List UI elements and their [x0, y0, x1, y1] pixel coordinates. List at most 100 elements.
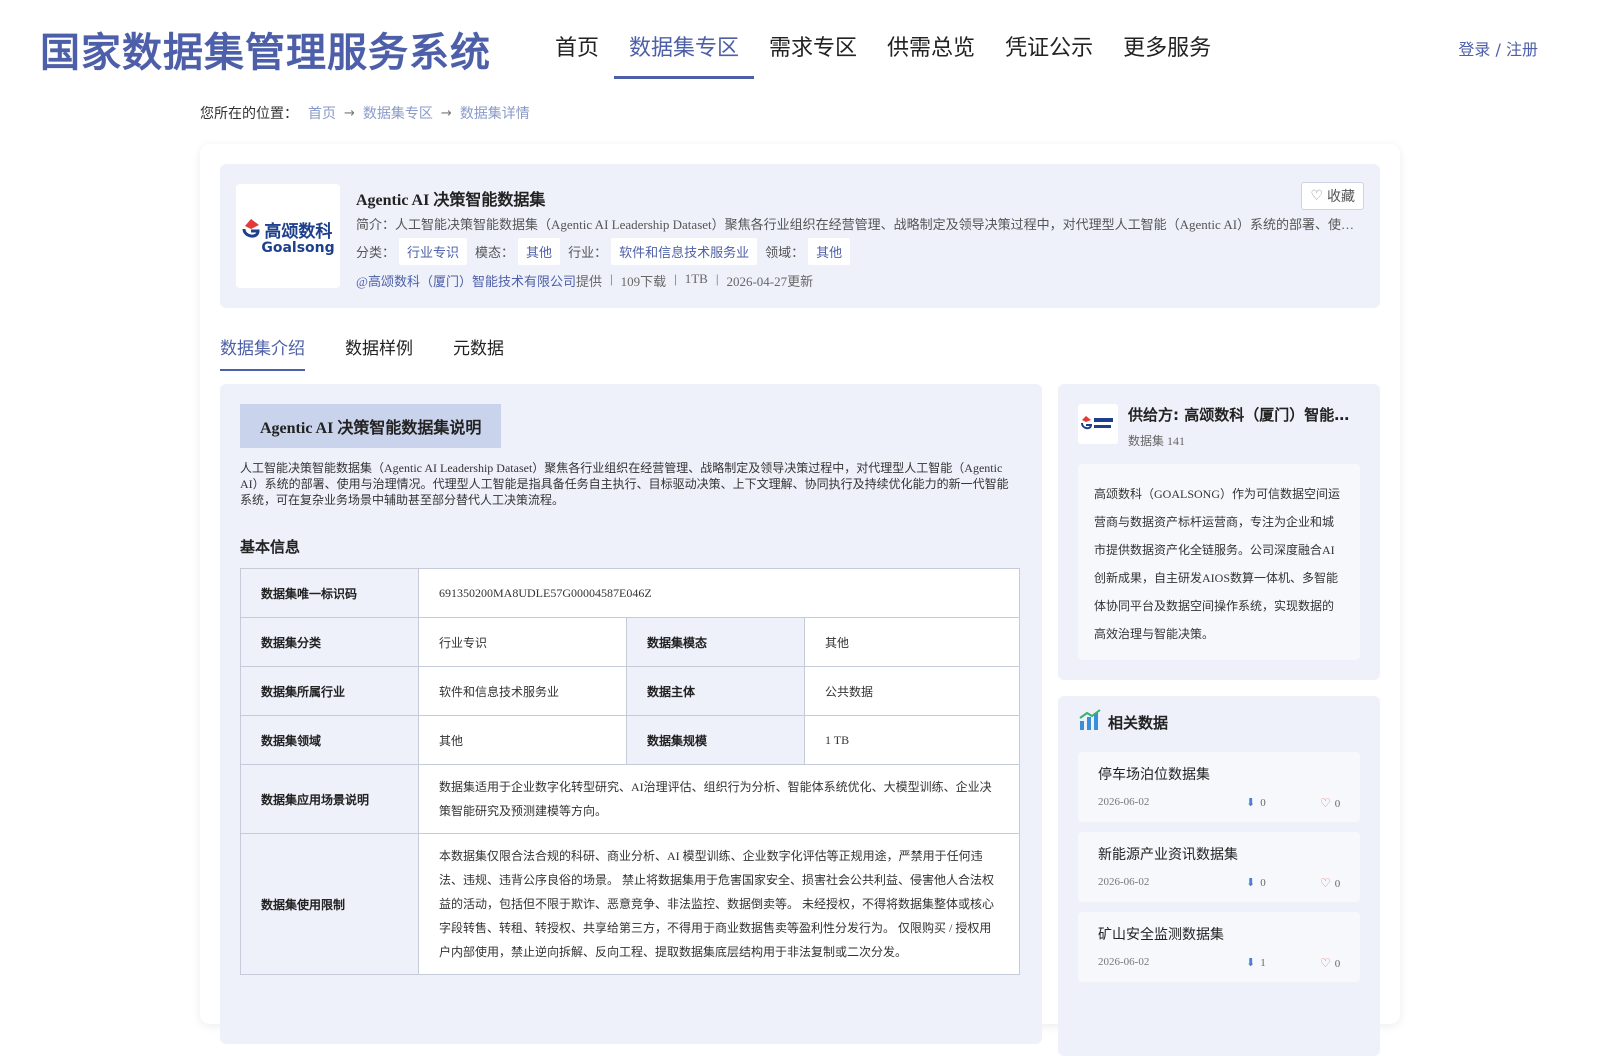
login-register-link[interactable]: 登录 / 注册 [1458, 36, 1538, 60]
nav-datasets[interactable]: 数据集专区 [614, 22, 755, 79]
update-date: 2026-04-27更新 [726, 274, 814, 289]
goalsong-logo-icon [1081, 416, 1113, 430]
meta-divider: | [610, 271, 613, 286]
scale-label: 数据集规模 [626, 715, 805, 765]
detail-tabs: 数据集介绍 数据样例 元数据 [220, 334, 544, 371]
table-row: 数据集分类 行业专识 数据集模态 其他 [240, 617, 1020, 667]
arrow-right-icon: → [440, 105, 452, 121]
logo-text-cn: 高颂数科 [264, 221, 333, 242]
intro-panel: Agentic AI 决策智能数据集说明 人工智能决策智能数据集（Agentic… [220, 384, 1042, 1044]
tab-intro[interactable]: 数据集介绍 [220, 334, 305, 371]
dataset-description: 人工智能决策智能数据集（Agentic AI Leadership Datase… [240, 461, 1009, 507]
favorite-button[interactable]: ♡ 收藏 [1301, 182, 1364, 210]
download-icon: ⬇ [1246, 797, 1256, 809]
table-row: 数据集应用场景说明 数据集适用于企业数字化转型研究、AI治理评估、组织行为分析、… [240, 764, 1020, 834]
nav-demand[interactable]: 需求专区 [754, 22, 872, 79]
related-item-likes: ♡ 0 [1320, 796, 1340, 811]
tag-industry[interactable]: 软件和信息技术服务业 [611, 238, 758, 265]
table-row: 数据集所属行业 软件和信息技术服务业 数据主体 公共数据 [240, 666, 1020, 716]
tag-domain[interactable]: 其他 [808, 238, 851, 265]
related-item-likes: ♡ 0 [1320, 876, 1340, 891]
provider-link[interactable]: @高颂数科（厦门）智能技术有限公司 [356, 271, 576, 290]
related-panel: 相关数据 停车场泊位数据集 2026-06-02 ⬇ 0 ♡ 0 新能源产业资讯数据… [1058, 696, 1380, 1056]
breadcrumb-detail: 数据集详情 [459, 106, 530, 122]
tab-metadata[interactable]: 元数据 [453, 334, 504, 371]
top-bar: 国家数据集管理服务系统 首页 数据集专区 需求专区 供需总览 凭证公示 更多服务… [0, 0, 1600, 90]
related-item-date: 2026-06-02 [1098, 956, 1150, 968]
related-item[interactable]: 矿山安全监测数据集 2026-06-02 ⬇ 1 ♡ 0 [1078, 912, 1360, 982]
supplier-panel: 供给方: 高颂数科（厦门）智能技术有限公司 数据集 141 高颂数科（GOALS… [1058, 384, 1380, 680]
breadcrumb-home[interactable]: 首页 [308, 103, 336, 123]
related-item-name[interactable]: 矿山安全监测数据集 [1098, 924, 1224, 944]
breadcrumb: 您所在的位置： 首页 → 数据集专区 → 数据集详情 [200, 103, 530, 123]
scenario-value: 数据集适用于企业数字化转型研究、AI治理评估、组织行为分析、智能体系统优化、大模… [418, 764, 1020, 834]
meta-divider: | [715, 271, 719, 286]
tag-key: 领域： [765, 245, 805, 260]
related-item-date: 2026-06-02 [1098, 796, 1150, 808]
uid-value: 691350200MA8UDLE57G00004587E046Z [418, 568, 1020, 618]
supplier-description: 高颂数科（GOALSONG）作为可信数据空间运营商与数据资产标杆运营商，专注为企… [1078, 464, 1360, 660]
basic-info-title: 基本信息 [240, 538, 301, 556]
tag-modality[interactable]: 其他 [518, 238, 561, 265]
subject-value: 公共数据 [804, 666, 1020, 716]
like-value: 0 [1334, 877, 1341, 890]
download-value: 1 [1260, 956, 1266, 969]
like-value: 0 [1334, 797, 1341, 810]
breadcrumb-lead: 您所在的位置： [200, 106, 298, 122]
restriction-value: 本数据集仅限合法合规的科研、商业分析、AI 模型训练、企业数字化评估等正规用途，… [418, 833, 1020, 975]
uid-label: 数据集唯一标识码 [240, 568, 419, 618]
related-item[interactable]: 停车场泊位数据集 2026-06-02 ⬇ 0 ♡ 0 [1078, 752, 1360, 822]
related-item-name[interactable]: 新能源产业资讯数据集 [1098, 844, 1238, 864]
dataset-header: 高颂数科 Goalsong Agentic AI 决策智能数据集 简介：人工智能… [220, 164, 1380, 308]
detail-card: 高颂数科 Goalsong Agentic AI 决策智能数据集 简介：人工智能… [200, 144, 1400, 1056]
modality-label: 数据集模态 [626, 617, 805, 667]
heart-icon: ♡ [1320, 956, 1331, 970]
modality-value: 其他 [804, 617, 1020, 667]
heart-icon: ♡ [1320, 796, 1331, 810]
industry-value: 软件和信息技术服务业 [418, 666, 627, 716]
basic-info-table: 数据集唯一标识码 691350200MA8UDLE57G00004587E046… [240, 568, 1020, 975]
dataset-tags: 分类： 行业专识 模态： 其他 行业： 软件和信息技术服务业 领域： 其他 [356, 238, 858, 265]
nav-more[interactable]: 更多服务 [1108, 22, 1226, 79]
provider-suffix: 提供 [575, 274, 602, 289]
tag-key: 模态： [475, 245, 515, 260]
heart-icon: ♡ [1310, 188, 1323, 204]
tag-key: 分类： [356, 245, 396, 260]
related-item[interactable]: 新能源产业资讯数据集 2026-06-02 ⬇ 0 ♡ 0 [1078, 832, 1360, 902]
site-title[interactable]: 国家数据集管理服务系统 [40, 20, 491, 78]
nav-overview[interactable]: 供需总览 [872, 22, 990, 79]
dataset-size: 1TB [684, 271, 708, 286]
table-row: 数据集唯一标识码 691350200MA8UDLE57G00004587E046… [240, 568, 1020, 618]
favorite-label: 收藏 [1327, 189, 1355, 205]
scenario-label: 数据集应用场景说明 [240, 764, 419, 834]
breadcrumb-datasets[interactable]: 数据集专区 [363, 103, 433, 123]
dataset-title: Agentic AI 决策智能数据集 [356, 192, 546, 209]
table-row: 数据集使用限制 本数据集仅限合法合规的科研、商业分析、AI 模型训练、企业数字化… [240, 833, 1020, 975]
industry-label: 数据集所属行业 [240, 666, 419, 716]
table-row: 数据集领域 其他 数据集规模 1 TB [240, 715, 1020, 765]
dataset-intro: 简介：人工智能决策智能数据集（Agentic AI Leadership Dat… [356, 217, 1366, 232]
subject-label: 数据主体 [626, 666, 805, 716]
nav-credentials[interactable]: 凭证公示 [990, 22, 1108, 79]
goalsong-mark-icon [242, 219, 260, 238]
nav-home[interactable]: 首页 [540, 22, 614, 79]
tag-category[interactable]: 行业专识 [399, 238, 468, 265]
supplier-logo[interactable] [1078, 404, 1118, 444]
tab-samples[interactable]: 数据样例 [345, 334, 413, 371]
related-item-name[interactable]: 停车场泊位数据集 [1098, 764, 1210, 784]
meta-divider: | [674, 271, 677, 286]
related-item-likes: ♡ 0 [1320, 956, 1340, 971]
category-label: 数据集分类 [240, 617, 419, 667]
download-icon: ⬇ [1246, 957, 1256, 969]
main-nav: 首页 数据集专区 需求专区 供需总览 凭证公示 更多服务 [540, 22, 1226, 79]
provider-logo: 高颂数科 Goalsong [236, 184, 340, 288]
arrow-right-icon: → [344, 105, 355, 121]
heart-icon: ♡ [1320, 876, 1331, 890]
download-count: 109下载 [620, 274, 667, 289]
domain-value: 其他 [418, 715, 627, 765]
scale-value: 1 TB [804, 715, 1020, 765]
related-item-date: 2026-06-02 [1098, 876, 1150, 888]
logo-text-en: Goalsong [261, 239, 335, 256]
supplier-name[interactable]: 供给方: 高颂数科（厦门）智能技术有限公司 [1128, 404, 1363, 425]
like-value: 0 [1334, 957, 1341, 970]
